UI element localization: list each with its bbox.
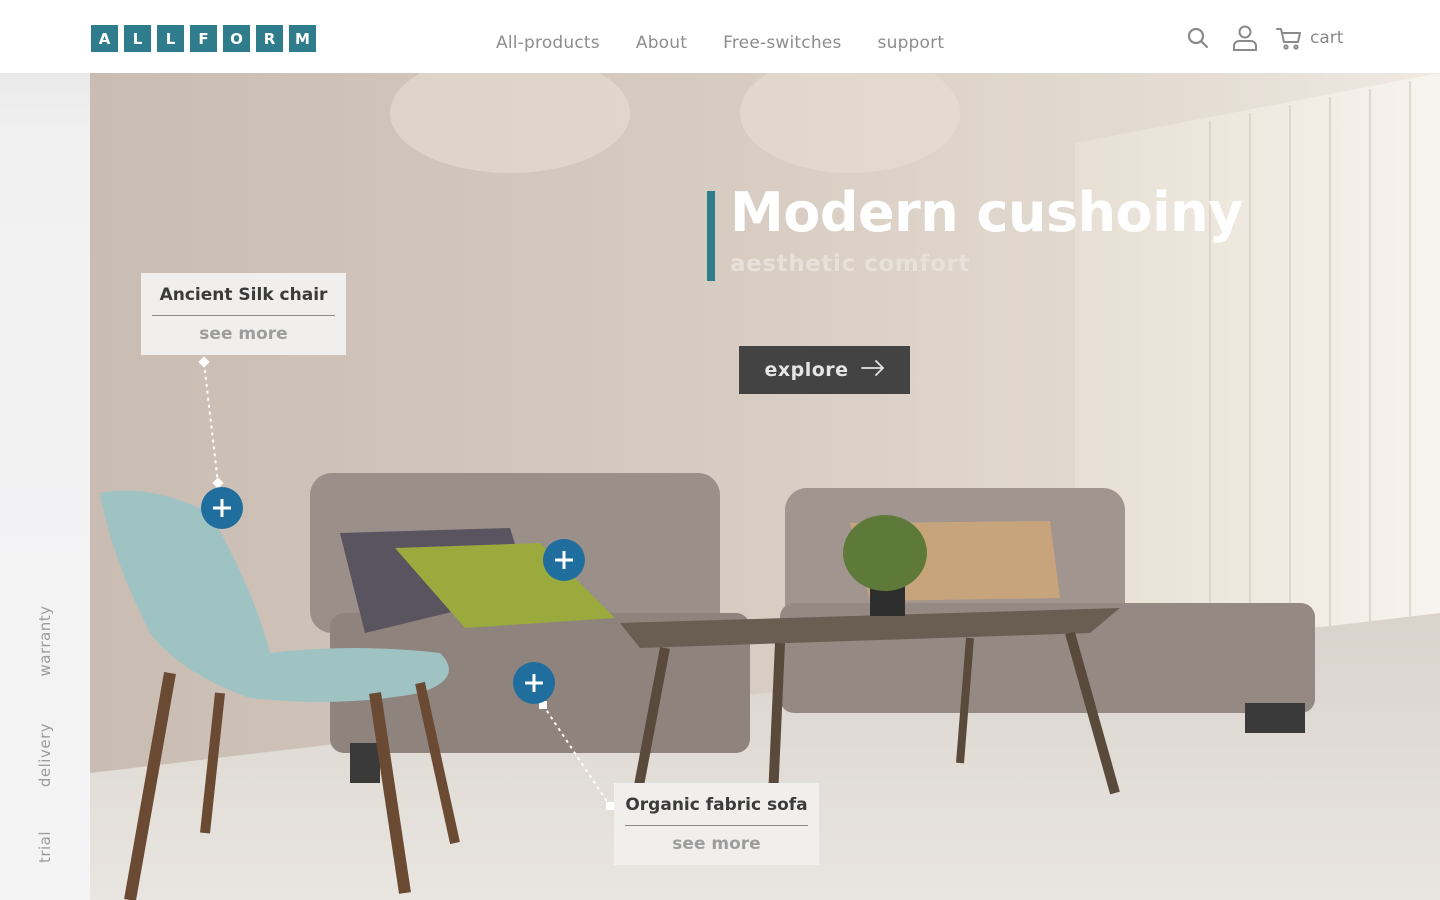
arrow-right-icon bbox=[860, 359, 885, 381]
explore-label: explore bbox=[764, 359, 849, 381]
cart-icon[interactable] bbox=[1276, 24, 1302, 52]
header-actions: cart bbox=[1186, 24, 1343, 52]
logo-letter: M bbox=[289, 25, 316, 52]
card-divider bbox=[152, 315, 335, 316]
site-header: A L L F O R M All-products About Free-sw… bbox=[0, 0, 1440, 73]
sidebar-link-trial[interactable]: trial bbox=[36, 831, 54, 863]
headline-accent-bar bbox=[707, 191, 715, 281]
plus-icon bbox=[555, 551, 573, 569]
nav-free-switches[interactable]: Free-switches bbox=[723, 33, 841, 53]
plus-icon bbox=[525, 674, 543, 692]
hero-banner: Modern cushoiny aesthetic comfort explor… bbox=[90, 73, 1440, 900]
hero-headline: Modern cushoiny bbox=[730, 181, 1243, 244]
hotspot-card-chair[interactable]: Ancient Silk chair see more bbox=[141, 273, 346, 355]
logo-letter: O bbox=[223, 25, 250, 52]
logo-letter: L bbox=[157, 25, 184, 52]
hotspot-plus-chair[interactable] bbox=[201, 487, 243, 529]
logo-letter: R bbox=[256, 25, 283, 52]
nav-all-products[interactable]: All-products bbox=[496, 33, 600, 53]
logo[interactable]: A L L F O R M bbox=[91, 25, 316, 52]
hotspot-title: Organic fabric sofa bbox=[625, 795, 808, 815]
left-sidebar: warranty delivery trial bbox=[0, 73, 90, 900]
sidebar-link-warranty[interactable]: warranty bbox=[36, 606, 54, 677]
see-more-link[interactable]: see more bbox=[614, 834, 819, 854]
hotspot-title: Ancient Silk chair bbox=[159, 285, 328, 305]
explore-button[interactable]: explore bbox=[739, 346, 910, 394]
logo-letter: L bbox=[124, 25, 151, 52]
sidebar-link-delivery[interactable]: delivery bbox=[36, 723, 54, 787]
logo-letter: A bbox=[91, 25, 118, 52]
plus-icon bbox=[213, 499, 231, 517]
hotspot-plus-pillow[interactable] bbox=[543, 539, 585, 581]
card-divider bbox=[625, 825, 808, 826]
main-nav: All-products About Free-switches support bbox=[496, 33, 944, 53]
hotspot-plus-sofa[interactable] bbox=[513, 662, 555, 704]
hotspot-card-sofa[interactable]: Organic fabric sofa see more bbox=[614, 783, 819, 865]
user-icon[interactable] bbox=[1232, 24, 1258, 52]
see-more-link[interactable]: see more bbox=[141, 324, 346, 344]
logo-letter: F bbox=[190, 25, 217, 52]
search-icon[interactable] bbox=[1186, 24, 1210, 52]
nav-about[interactable]: About bbox=[636, 33, 687, 53]
nav-support[interactable]: support bbox=[878, 33, 945, 53]
cart-link[interactable]: cart bbox=[1310, 28, 1343, 48]
hero-subhead: aesthetic comfort bbox=[730, 251, 971, 277]
